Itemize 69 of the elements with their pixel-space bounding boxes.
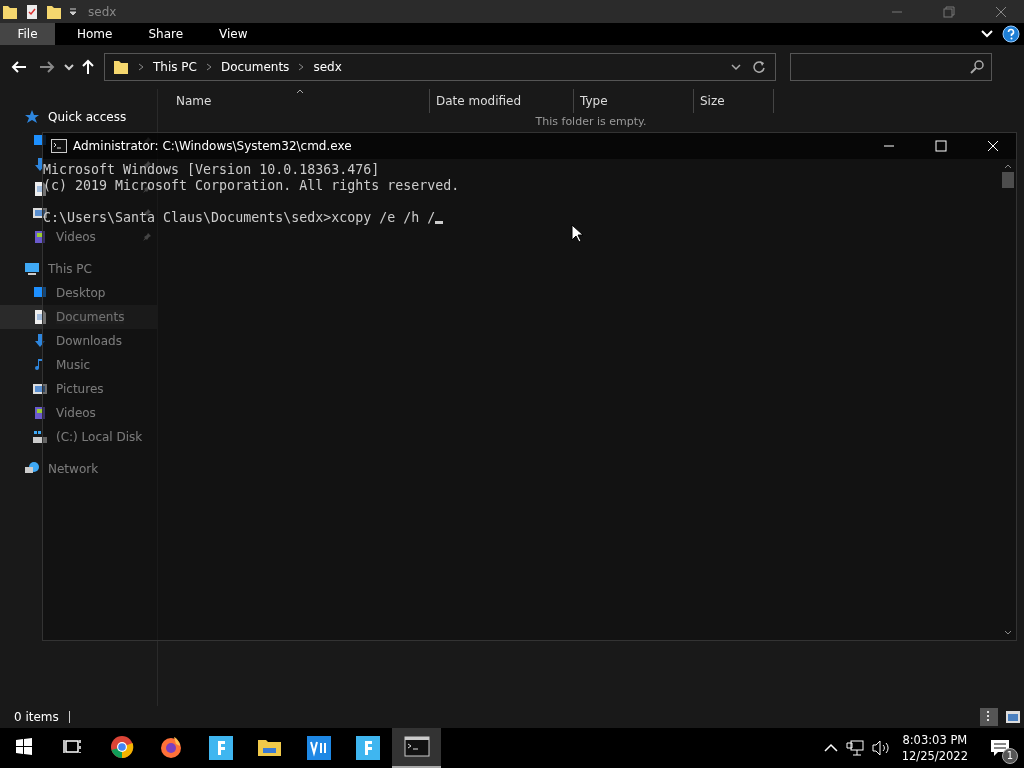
- breadcrumb[interactable]: Documents: [220, 60, 290, 74]
- console-line: Microsoft Windows [Version 10.0.18363.476]: [43, 162, 381, 178]
- empty-folder-message: This folder is empty.: [534, 115, 648, 128]
- document-icon[interactable]: [32, 309, 48, 325]
- nav-item[interactable]: This PC: [48, 262, 92, 276]
- address-bar[interactable]: This PC Documents sedx: [104, 53, 776, 81]
- picture-icon[interactable]: [32, 381, 48, 397]
- taskbar-button[interactable]: [392, 728, 441, 768]
- checklist-icon[interactable]: [24, 3, 40, 20]
- column-header[interactable]: Name: [158, 89, 430, 113]
- item-count: 0 items: [14, 710, 59, 724]
- text-cursor: [435, 221, 444, 224]
- star-icon[interactable]: [24, 109, 40, 125]
- mouse-pointer-icon: [571, 224, 583, 243]
- chevron-right-icon: [137, 62, 145, 72]
- nav-item[interactable]: Music: [56, 358, 91, 372]
- nav-item[interactable]: Videos: [56, 406, 96, 420]
- clock[interactable]: 8:03:03 PM 12/25/2022: [893, 732, 976, 764]
- ribbon-tab[interactable]: File: [0, 23, 55, 45]
- ribbon-tab[interactable]: Home: [63, 23, 127, 45]
- console-line: (c) 2019 Microsoft Corporation. All rights reserved.: [43, 178, 461, 194]
- app-tile-icon: [354, 735, 381, 761]
- nav-item[interactable]: Videos: [56, 230, 96, 244]
- scroll-up-icon: [1004, 163, 1012, 169]
- command-prompt: C:\Users\Santa Claus\Documents\sedx>xcopy /e /h /: [43, 210, 436, 226]
- search-icon: [969, 59, 985, 75]
- details-view-icon[interactable]: [980, 708, 998, 726]
- chevron-right-icon: [297, 62, 306, 72]
- sort-caret-icon: [296, 89, 304, 94]
- notification-badge: 1: [1002, 748, 1018, 764]
- breadcrumb[interactable]: This PC: [153, 60, 197, 74]
- chrome-icon: [109, 735, 136, 761]
- app-tile-icon: [305, 735, 332, 761]
- nav-item[interactable]: Downloads: [56, 334, 122, 348]
- nav-item[interactable]: Documents: [56, 310, 125, 324]
- folder-icon: [2, 3, 18, 20]
- folder-icon: [113, 59, 129, 75]
- download-icon[interactable]: [32, 333, 48, 349]
- search-field[interactable]: [790, 53, 992, 81]
- disk-icon[interactable]: [32, 429, 48, 445]
- notification-button[interactable]: 1: [976, 728, 1024, 768]
- column-header[interactable]: Type: [574, 89, 694, 113]
- chevron-right-icon: [204, 62, 213, 72]
- column-header[interactable]: Date modified: [430, 89, 574, 113]
- folder-icon[interactable]: [46, 3, 62, 20]
- film-icon[interactable]: [32, 229, 48, 245]
- nav-item[interactable]: Pictures: [56, 382, 104, 396]
- scroll-down-icon: [1004, 630, 1012, 636]
- nav-item[interactable]: Desktop: [56, 286, 106, 300]
- ribbon-tab[interactable]: View: [205, 23, 262, 45]
- help-icon[interactable]: [1002, 25, 1020, 43]
- terminal-icon: [51, 139, 67, 153]
- network-icon[interactable]: [844, 739, 865, 757]
- terminal-icon: [403, 734, 430, 760]
- scroll-thumb[interactable]: [1002, 172, 1014, 188]
- nav-item[interactable]: Network: [48, 462, 99, 476]
- breadcrumb[interactable]: sedx: [313, 60, 342, 74]
- refresh-icon[interactable]: [751, 59, 767, 75]
- film-icon[interactable]: [32, 405, 48, 421]
- computer-icon[interactable]: [24, 261, 40, 277]
- window-title: Administrator: C:\Windows\System32\cmd.exe: [73, 139, 352, 153]
- ribbon-tab[interactable]: Share: [134, 23, 198, 45]
- thumbnail-view-icon[interactable]: [1004, 708, 1022, 726]
- app-tile-icon: [207, 735, 234, 761]
- column-header[interactable]: Size: [694, 89, 774, 113]
- window-title: sedx: [88, 4, 117, 19]
- nav-item[interactable]: (C:) Local Disk: [56, 430, 143, 444]
- nav-item[interactable]: Quick access: [48, 110, 127, 124]
- speaker-icon[interactable]: [870, 739, 891, 757]
